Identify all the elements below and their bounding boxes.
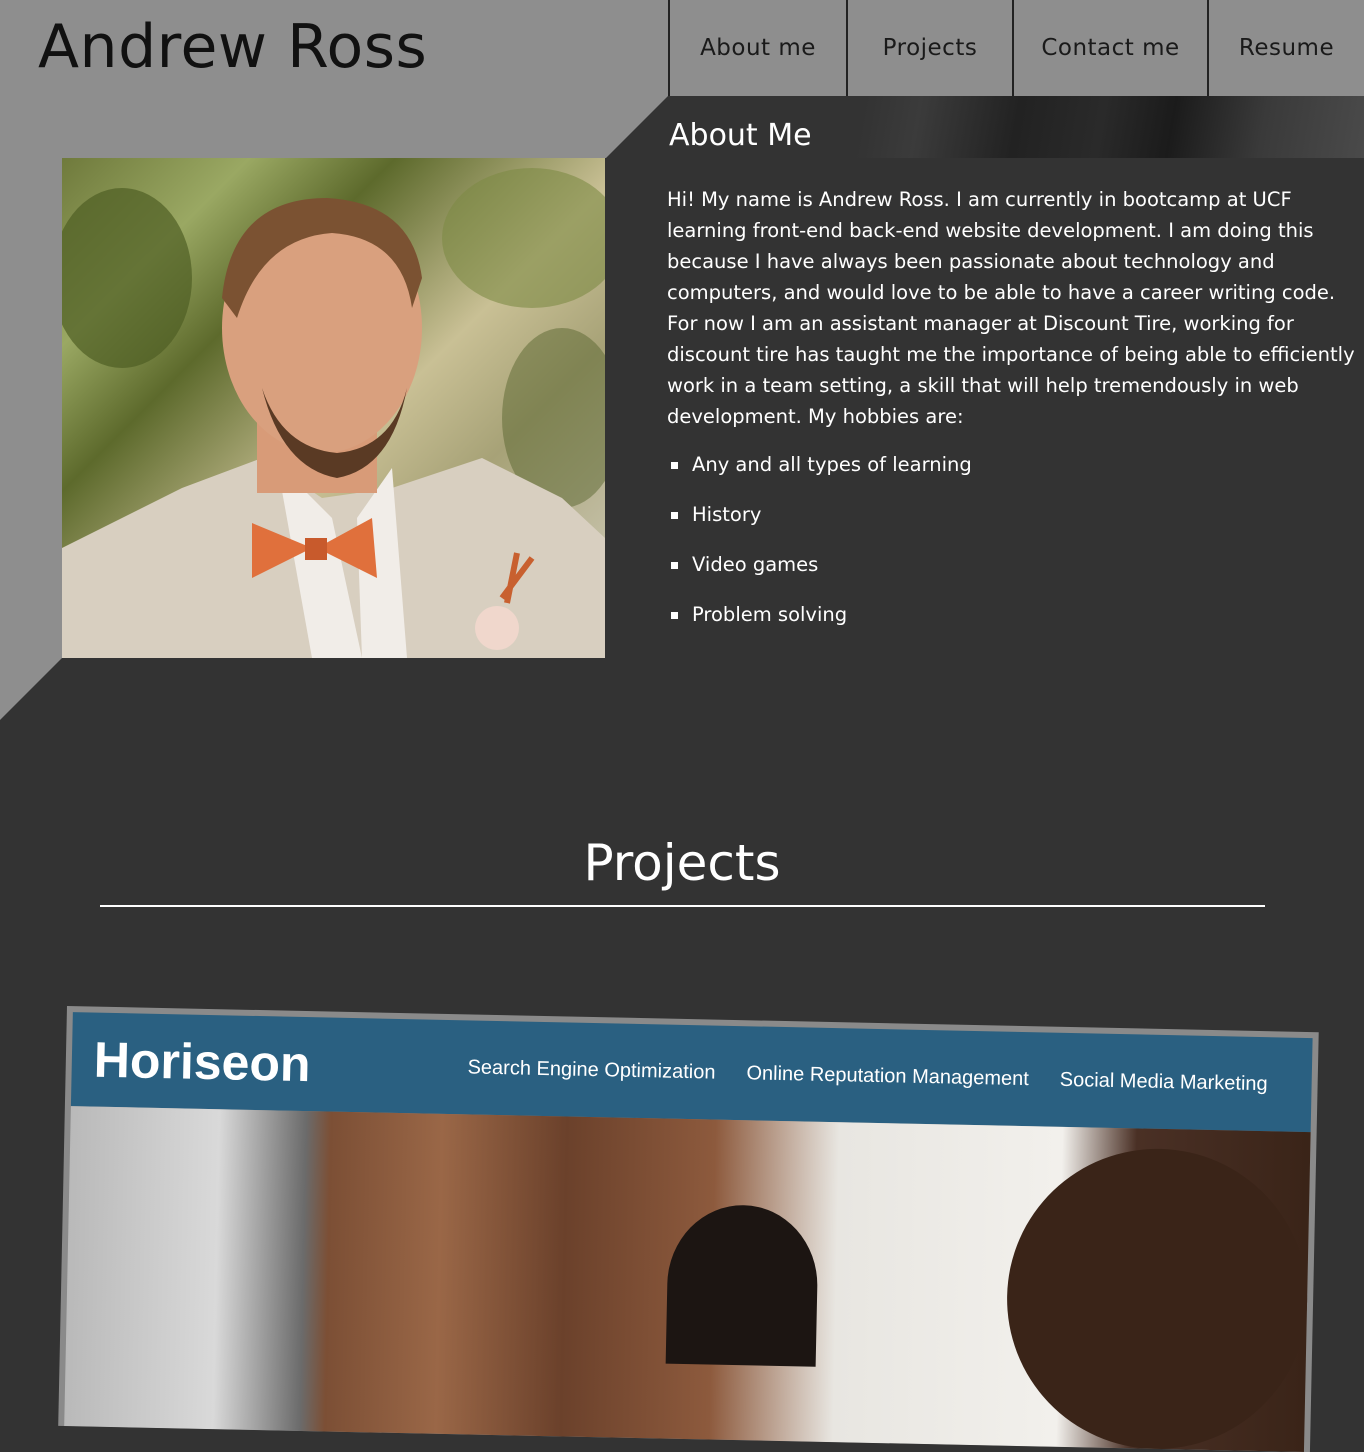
about-heading: About Me (669, 118, 812, 153)
hobby-item: Video games (667, 549, 972, 599)
nav-resume[interactable]: Resume (1207, 0, 1364, 96)
hero-person-figure (665, 1203, 819, 1367)
hobby-item: History (667, 499, 972, 549)
nav-about-me[interactable]: About me (668, 0, 846, 96)
profile-photo (62, 158, 605, 658)
project-preview-hero-image (64, 1106, 1311, 1452)
profile-photo-illustration (62, 168, 605, 658)
project-preview-nav: Search Engine Optimization Online Reputa… (467, 1056, 1268, 1096)
hobbies-list: Any and all types of learning History Vi… (667, 449, 972, 649)
hobby-item: Any and all types of learning (667, 449, 972, 499)
project-card-horiseon[interactable]: Horiseon Search Engine Optimization Onli… (58, 1006, 1319, 1452)
project-nav-item: Search Engine Optimization (467, 1056, 716, 1084)
project-nav-item: Social Media Marketing (1059, 1068, 1268, 1096)
about-bio: Hi! My name is Andrew Ross. I am current… (667, 188, 1355, 428)
projects-divider (100, 905, 1265, 907)
hobby-item: Problem solving (667, 599, 972, 649)
nav-contact-me[interactable]: Contact me (1012, 0, 1207, 96)
project-logo: Horiseon (93, 1031, 312, 1093)
main-nav: About me Projects Contact me Resume (668, 0, 1364, 96)
site-title: Andrew Ross (38, 12, 428, 82)
nav-projects[interactable]: Projects (846, 0, 1012, 96)
projects-heading: Projects (583, 834, 781, 892)
project-nav-item: Online Reputation Management (746, 1062, 1030, 1091)
